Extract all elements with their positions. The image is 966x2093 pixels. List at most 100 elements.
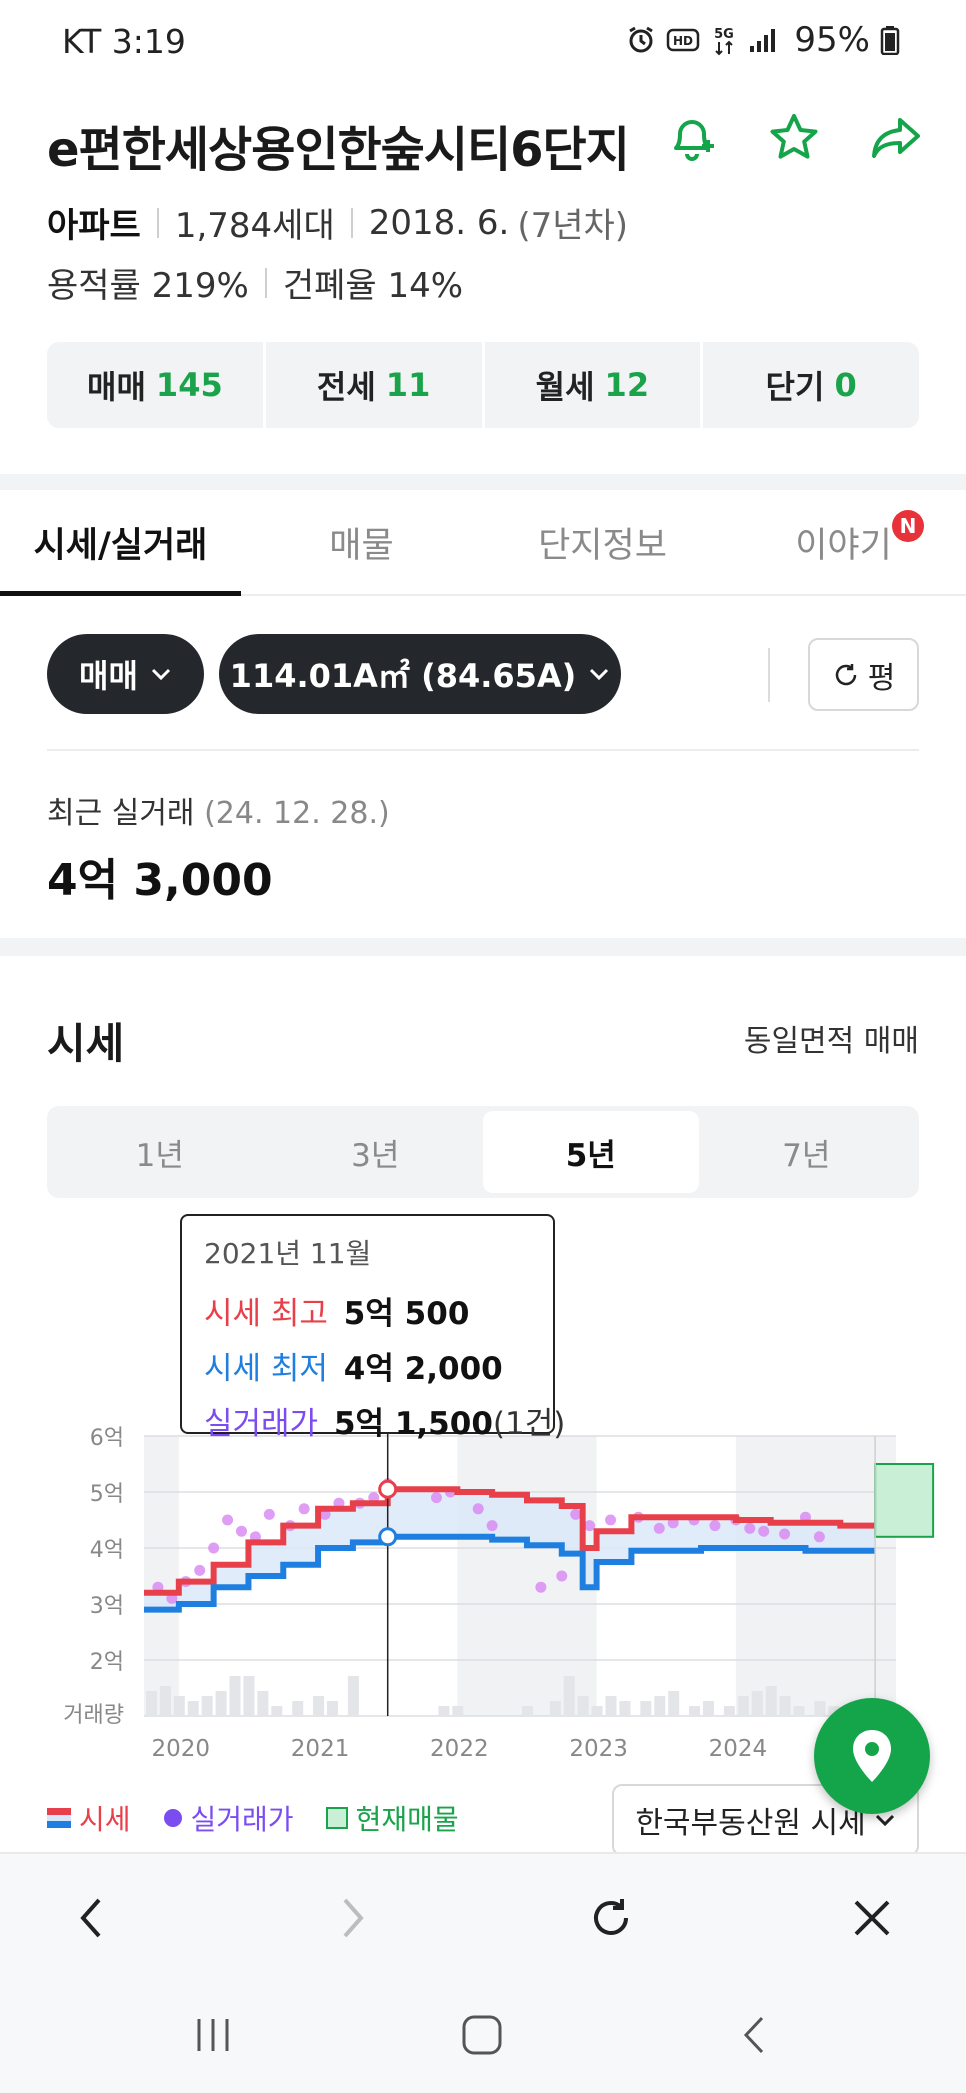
svg-text:5G: 5G xyxy=(715,27,735,42)
section-divider xyxy=(0,938,966,956)
tooltip-high-row: 시세 최고 5억 500 xyxy=(204,1288,531,1333)
x-tick-label: 2020 xyxy=(152,1736,211,1760)
volume-bar xyxy=(563,1676,575,1716)
volume-bar xyxy=(814,1701,826,1716)
trade-tab-short-term[interactable]: 단기 0 xyxy=(703,342,919,428)
new-badge: N xyxy=(892,510,924,542)
5g-icon: 5G xyxy=(715,27,735,56)
unit-toggle-button[interactable]: 평 xyxy=(808,638,919,711)
map-location-button[interactable] xyxy=(814,1698,930,1814)
tab-complex-info[interactable]: 단지정보 xyxy=(482,490,723,594)
tooltip-date: 2021년 11월 xyxy=(204,1237,372,1270)
deal-point xyxy=(584,1520,596,1532)
volume-bar xyxy=(187,1701,199,1716)
battery-icon xyxy=(880,26,900,55)
deal-point xyxy=(208,1542,220,1554)
home-icon xyxy=(462,2015,502,2055)
star-icon[interactable] xyxy=(764,108,824,168)
forward-button[interactable] xyxy=(322,1888,382,1948)
home-button[interactable] xyxy=(452,2010,512,2060)
period-tab-1y[interactable]: 1년 xyxy=(52,1111,268,1193)
trade-tab-label: 단기 xyxy=(765,368,825,406)
price-chart[interactable]: 6억 5억 4억 3억 2억거래량 2020 2021 2022 2023 2024 xyxy=(0,1420,966,1760)
volume-bar xyxy=(619,1701,631,1716)
period-tab-5y[interactable]: 5년 xyxy=(483,1111,699,1193)
share-icon[interactable] xyxy=(866,108,926,168)
same-area-label[interactable]: 동일면적 매매 xyxy=(744,1016,919,1060)
area-dropdown[interactable]: 114.01A㎡ (84.65A) xyxy=(219,634,621,714)
browser-toolbar xyxy=(0,1852,966,1980)
volume-bar xyxy=(327,1701,338,1716)
legend-deal: 실거래가 xyxy=(163,1798,294,1838)
trade-tab-sale[interactable]: 매매 145 xyxy=(47,342,263,428)
back-button[interactable] xyxy=(62,1888,122,1948)
bell-plus-icon[interactable] xyxy=(662,108,722,168)
close-button[interactable] xyxy=(842,1888,902,1948)
deal-point xyxy=(779,1528,791,1540)
volume-bar xyxy=(438,1706,450,1716)
price-source-value: 한국부동산원 시세 xyxy=(635,1806,866,1841)
divider xyxy=(768,648,770,702)
divider xyxy=(350,207,353,238)
low-marker xyxy=(378,1527,398,1547)
divider xyxy=(264,267,267,298)
period-tabs: 1년 3년 5년 7년 xyxy=(47,1106,919,1198)
deal-point xyxy=(222,1514,234,1526)
x-tick-label: 2022 xyxy=(430,1736,489,1760)
reload-button[interactable] xyxy=(581,1888,641,1948)
recent-apps-button[interactable] xyxy=(183,2010,243,2060)
refresh-icon xyxy=(594,1899,628,1935)
trade-tab-label: 매매 xyxy=(87,368,146,406)
status-time: KT 3:19 xyxy=(62,22,186,61)
tab-stories[interactable]: 이야기 N xyxy=(723,490,964,594)
recent-deal-label: 최근 실거래 (24. 12. 28.) xyxy=(47,788,390,832)
hd-icon: HD xyxy=(667,28,700,52)
recent-deal-title: 최근 실거래 xyxy=(47,796,195,831)
area-value: 114.01A㎡ (84.65A) xyxy=(229,657,577,695)
trade-tab-jeonse[interactable]: 전세 11 xyxy=(265,342,482,428)
tab-price-transactions[interactable]: 시세/실거래 xyxy=(0,490,241,596)
year-band xyxy=(144,1436,179,1716)
volume-bar xyxy=(145,1691,157,1716)
deal-point xyxy=(813,1531,825,1543)
tab-label: 매물 xyxy=(329,525,394,566)
location-pin-icon xyxy=(853,1730,891,1782)
deal-point xyxy=(235,1525,247,1537)
trade-type-tabs: 매매 145 전세 11 월세 12 단기 0 xyxy=(47,342,919,428)
system-back-button[interactable] xyxy=(725,2010,785,2060)
building-age: (7년차) xyxy=(517,206,629,246)
trade-tab-monthly[interactable]: 월세 12 xyxy=(484,342,701,428)
deal-point xyxy=(758,1525,770,1537)
tooltip-low-value: 4억 2,000 xyxy=(343,1351,503,1387)
legend-listing-label: 현재매물 xyxy=(355,1803,459,1836)
divider xyxy=(47,749,919,751)
household-count: 1,784세대 xyxy=(174,206,335,246)
status-bar: KT 3:19 HD 5G 95% xyxy=(0,0,966,84)
x-tick-label: 2021 xyxy=(291,1736,350,1760)
volume-bar xyxy=(347,1676,359,1716)
volume-bar xyxy=(452,1706,464,1716)
refresh-icon xyxy=(835,663,856,685)
legend-price: 시세 xyxy=(47,1798,131,1838)
complex-ratios: 용적률 219% 건폐율 14% xyxy=(47,258,463,307)
y-tick-label: 3억 xyxy=(90,1594,124,1619)
chevron-right-icon xyxy=(343,1898,364,1938)
trade-tab-count: 11 xyxy=(385,366,431,404)
volume-bar xyxy=(605,1696,617,1716)
x-tick-label: 2023 xyxy=(569,1736,628,1760)
tab-listings[interactable]: 매물 xyxy=(241,490,482,594)
alarm-icon xyxy=(629,26,654,53)
deal-point xyxy=(570,1508,582,1520)
volume-bar xyxy=(779,1696,791,1716)
trade-tab-label: 전세 xyxy=(316,368,376,406)
market-price-title: 시세 xyxy=(47,1019,125,1068)
divider xyxy=(156,207,159,238)
trade-type-dropdown[interactable]: 매매 xyxy=(47,634,204,714)
back-arrow-icon xyxy=(743,2016,764,2054)
period-tab-7y[interactable]: 7년 xyxy=(699,1111,915,1193)
tab-label: 이야기 xyxy=(795,525,892,566)
unit-toggle-label: 평 xyxy=(867,660,896,696)
period-tab-3y[interactable]: 3년 xyxy=(268,1111,484,1193)
close-icon xyxy=(854,1900,890,1936)
trade-tab-count: 12 xyxy=(604,366,650,404)
